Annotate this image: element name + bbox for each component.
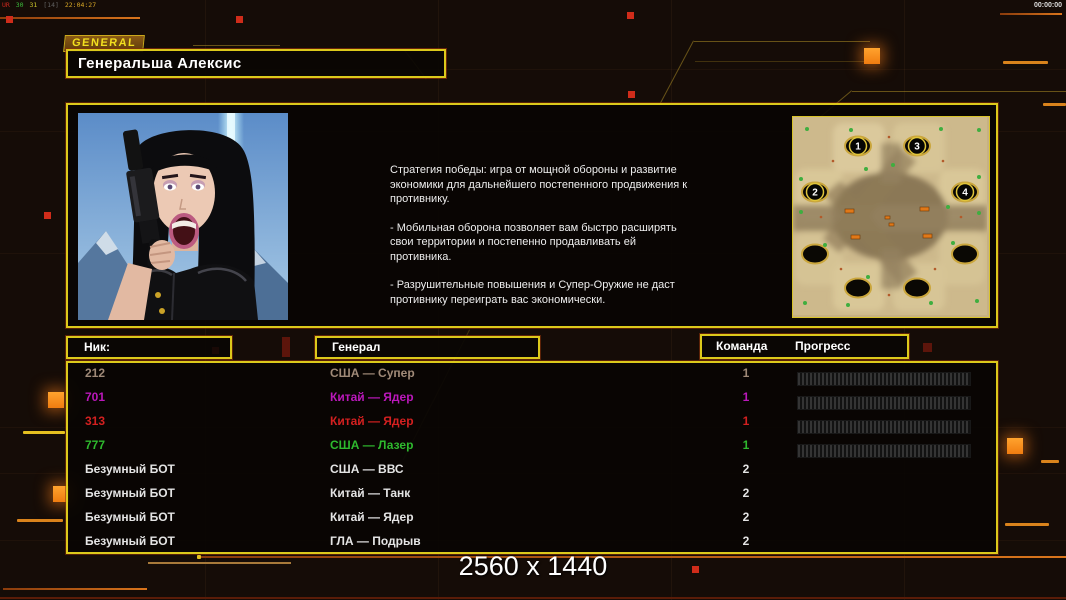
player-nick: Безумный БОТ (85, 462, 175, 476)
strategy-description: Стратегия победы: игра от мощной обороны… (390, 163, 696, 321)
decor-element (0, 597, 1066, 599)
decor-element (695, 61, 880, 62)
decor-element (48, 392, 64, 408)
player-team: 2 (742, 486, 750, 500)
decor-element (1005, 523, 1049, 526)
general-title-box: Генеральша Алексис (66, 49, 446, 78)
table-row[interactable]: Безумный БОТ Китай — Ядер 2 (68, 510, 992, 534)
decor-element (864, 48, 880, 64)
player-general: США — Лазер (330, 438, 414, 452)
column-header-team-progress: Команда Прогресс (700, 334, 909, 359)
fps-osd: UR 30 31 [14] 22:04:27 (2, 1, 98, 9)
table-row[interactable]: 777 США — Лазер 1 (68, 438, 992, 462)
header-label-progress: Прогресс (795, 339, 851, 353)
decor-element (44, 212, 51, 219)
decor-element (1000, 13, 1062, 15)
header-label: Генерал (332, 340, 381, 354)
decor-element (1041, 460, 1059, 463)
map-start-position-4: 4 (962, 188, 968, 199)
player-nick: 313 (85, 414, 106, 428)
decor-element (1003, 61, 1048, 64)
osd-segment: UR (2, 1, 10, 9)
player-nick: Безумный БОТ (85, 510, 175, 524)
player-nick: 212 (85, 366, 106, 380)
player-nick: 701 (85, 390, 106, 404)
game-timer: 00:00:00 (1033, 2, 1062, 9)
strategy-paragraph: - Разрушительные повышения и Супер-Оружи… (390, 279, 675, 306)
decor-element (6, 16, 13, 23)
player-general: ГЛА — Подрыв (330, 534, 421, 548)
table-row[interactable]: 212 США — Супер 1 (68, 366, 992, 390)
player-team: 2 (742, 534, 750, 548)
resolution-label: 2560 x 1440 (458, 551, 608, 581)
player-general: Китай — Ядер (330, 414, 414, 428)
progress-bar (797, 420, 971, 434)
column-header-general: Генерал (315, 336, 540, 359)
decor-element (193, 45, 280, 46)
player-general: Китай — Ядер (330, 510, 414, 524)
player-nick: Безумный БОТ (85, 534, 175, 548)
player-nick: 777 (85, 438, 106, 452)
decor-element (852, 91, 1066, 92)
osd-segment: 30 (15, 1, 24, 9)
map-start-position-1: 1 (855, 142, 861, 153)
decor-element (694, 41, 870, 42)
table-row[interactable]: 313 Китай — Ядер 1 (68, 414, 992, 438)
player-team: 2 (742, 510, 750, 524)
strategy-paragraph: Стратегия победы: игра от мощной обороны… (390, 164, 688, 206)
general-name: Генеральша Алексис (78, 55, 242, 72)
header-label: Ник: (84, 340, 111, 354)
decor-element (658, 40, 694, 106)
general-portrait (78, 113, 288, 321)
player-team: 1 (742, 390, 750, 404)
map-image: 1 2 3 4 (793, 117, 987, 315)
player-general: Китай — Танк (330, 486, 411, 500)
table-row[interactable]: Безумный БОТ Китай — Танк 2 (68, 486, 992, 510)
general-info-panel: Стратегия победы: игра от мощной обороны… (66, 103, 998, 328)
player-nick: Безумный БОТ (85, 486, 175, 500)
table-row[interactable]: 701 Китай — Ядер 1 (68, 390, 992, 414)
osd-segment: 31 (29, 1, 38, 9)
map-start-position-3: 3 (914, 142, 920, 153)
player-general: Китай — Ядер (330, 390, 414, 404)
column-header-nick: Ник: (66, 336, 232, 359)
portrait-image (78, 113, 288, 321)
progress-bar (797, 444, 971, 458)
decor-element (1043, 103, 1066, 106)
loading-screen: UR 30 31 [14] 22:04:27 00:00:00 GENERAL … (0, 0, 1066, 600)
decor-element (923, 343, 932, 352)
player-general: США — ВВС (330, 462, 404, 476)
player-team: 2 (742, 462, 750, 476)
strategy-paragraph: - Мобильная оборона позволяет вам быстро… (390, 221, 677, 263)
decor-element (628, 91, 635, 98)
map-preview: 1 2 3 4 (792, 116, 990, 318)
decor-element (627, 12, 634, 19)
osd-segment: [14] (43, 1, 59, 9)
progress-bar (797, 372, 971, 386)
progress-bar (797, 396, 971, 410)
decor-element (236, 16, 243, 23)
player-team: 1 (742, 366, 750, 380)
decor-element (3, 588, 147, 590)
decor-element (23, 431, 65, 434)
player-team: 1 (742, 414, 750, 428)
table-row[interactable]: Безумный БОТ США — ВВС 2 (68, 462, 992, 486)
decor-element (17, 519, 63, 522)
decor-element (1007, 438, 1023, 454)
decor-element (282, 337, 290, 357)
decor-element (0, 17, 140, 19)
osd-segment: 22:04:27 (64, 1, 97, 9)
header-label-team: Команда (716, 339, 768, 353)
players-table: 212 США — Супер 1 701 Китай — Ядер 1 313… (66, 361, 998, 554)
map-start-position-2: 2 (812, 188, 818, 199)
player-general: США — Супер (330, 366, 415, 380)
player-team: 1 (742, 438, 750, 452)
